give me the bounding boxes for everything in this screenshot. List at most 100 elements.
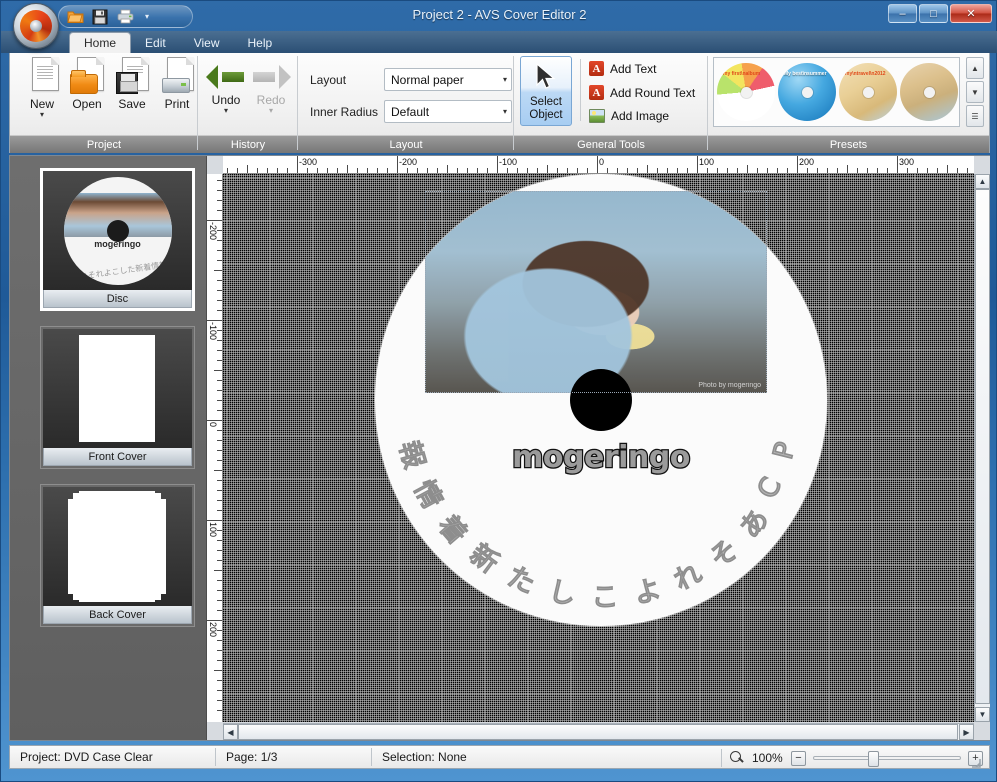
add-image-button[interactable]: Add Image bbox=[589, 109, 669, 123]
ruler-label: 0 bbox=[208, 422, 218, 428]
select-object-line1: Select bbox=[530, 96, 562, 108]
undo-button[interactable]: Undo ▾ bbox=[202, 57, 250, 115]
print-button[interactable]: Print bbox=[153, 57, 201, 111]
scroll-down-icon[interactable]: ▼ bbox=[975, 707, 990, 722]
redo-arrow-icon bbox=[251, 61, 291, 91]
layout-select[interactable]: Normal paper ▾ bbox=[384, 68, 512, 91]
undo-dropdown-icon[interactable]: ▾ bbox=[202, 107, 250, 115]
ruler-minor-tick bbox=[777, 168, 778, 173]
disc-thumb-art: mogeringo PCあそれよこした新着情報 bbox=[63, 176, 172, 285]
inner-radius-select[interactable]: Default ▾ bbox=[384, 100, 512, 123]
open-button[interactable]: Open bbox=[63, 57, 111, 111]
maximize-button[interactable]: □ bbox=[919, 4, 948, 23]
ruler-minor-tick bbox=[257, 168, 258, 173]
presets-gallery[interactable]: my first\nalbum My best\nsummer my\ntrav… bbox=[713, 57, 960, 127]
round-text-char: 着 bbox=[431, 509, 474, 551]
close-button[interactable]: ✕ bbox=[950, 4, 992, 23]
presets-scroll-up-icon[interactable]: ▲ bbox=[966, 57, 984, 79]
scroll-right-icon[interactable]: ▶ bbox=[959, 724, 974, 740]
new-dropdown-icon[interactable]: ▾ bbox=[18, 111, 66, 119]
ruler-minor-tick bbox=[217, 240, 222, 241]
vertical-ruler[interactable]: -200 -100 0 100 200 bbox=[207, 174, 223, 722]
sidebar-item-front-cover[interactable]: Front Cover bbox=[40, 326, 195, 469]
ruler-minor-tick bbox=[817, 168, 818, 173]
preset-item[interactable]: My best\nsummer bbox=[778, 63, 836, 121]
disc-title-text[interactable]: mogeringo bbox=[375, 439, 827, 477]
add-image-label: Add Image bbox=[611, 109, 670, 123]
zoom-out-button[interactable]: − bbox=[791, 750, 806, 766]
ruler-minor-tick bbox=[217, 480, 222, 481]
scroll-up-icon[interactable]: ▲ bbox=[975, 174, 990, 189]
sidebar-item-back-cover[interactable]: Back Cover bbox=[40, 484, 195, 627]
ruler-minor-tick bbox=[967, 168, 968, 173]
tab-view[interactable]: View bbox=[180, 32, 234, 53]
ruler-minor-tick bbox=[217, 300, 222, 301]
open-icon[interactable] bbox=[66, 8, 84, 26]
ruler-minor-tick bbox=[217, 180, 222, 181]
ruler-minor-tick bbox=[217, 190, 222, 191]
tab-home[interactable]: Home bbox=[69, 32, 132, 53]
status-page: Page: 1/3 bbox=[226, 750, 278, 764]
preset-item[interactable]: my\ntravel\n2012 bbox=[839, 63, 897, 121]
design-canvas[interactable]: Photo by mogeringo PCあそれよこした新着情報 mogerin… bbox=[223, 174, 974, 722]
ruler-minor-tick bbox=[707, 168, 708, 173]
ruler-minor-tick bbox=[657, 168, 658, 173]
print-button-label: Print bbox=[164, 97, 190, 111]
ruler-minor-tick bbox=[247, 165, 248, 173]
canvas-vertical-scrollbar[interactable]: ▲ ▼ bbox=[974, 174, 990, 722]
chevron-down-icon: ▾ bbox=[502, 75, 507, 84]
application-menu-button[interactable] bbox=[13, 3, 59, 49]
ruler-minor-tick bbox=[217, 630, 222, 631]
scroll-left-icon[interactable]: ◀ bbox=[223, 724, 238, 740]
save-icon[interactable] bbox=[91, 8, 109, 26]
front-cover-sheet bbox=[79, 335, 155, 442]
ruler-minor-tick bbox=[214, 370, 222, 371]
horizontal-scroll-thumb[interactable] bbox=[238, 724, 958, 740]
zoom-slider-thumb[interactable] bbox=[868, 751, 879, 767]
ruler-minor-tick bbox=[217, 500, 222, 501]
magnifier-icon[interactable] bbox=[729, 750, 745, 766]
save-button[interactable]: Save bbox=[108, 57, 156, 111]
round-text-char: 情 bbox=[407, 475, 449, 515]
ruler-minor-tick bbox=[217, 340, 222, 341]
presets-more-icon[interactable]: ☰ bbox=[966, 105, 984, 127]
vertical-scroll-thumb[interactable] bbox=[975, 189, 990, 704]
minimize-button[interactable]: – bbox=[888, 4, 917, 23]
horizontal-ruler[interactable]: -300 -200 -100 0 100 200 300 bbox=[223, 156, 974, 174]
ruler-minor-tick bbox=[767, 168, 768, 173]
ruler-minor-tick bbox=[687, 168, 688, 173]
canvas-horizontal-scrollbar[interactable]: ◀ ▶ bbox=[223, 723, 974, 740]
ruler-major-tick bbox=[207, 320, 222, 321]
ruler-minor-tick bbox=[214, 570, 222, 571]
window-resize-grip[interactable] bbox=[967, 754, 981, 768]
add-text-button[interactable]: A Add Text bbox=[589, 61, 656, 76]
ruler-minor-tick bbox=[217, 530, 222, 531]
tab-edit[interactable]: Edit bbox=[131, 32, 180, 53]
presets-scroll-down-icon[interactable]: ▼ bbox=[966, 81, 984, 103]
qat-dropdown-icon[interactable]: ▾ bbox=[145, 12, 149, 21]
tab-help[interactable]: Help bbox=[234, 32, 287, 53]
add-round-text-button[interactable]: A Add Round Text bbox=[589, 85, 695, 100]
ruler-minor-tick bbox=[547, 165, 548, 173]
print-icon[interactable] bbox=[116, 8, 134, 26]
sidebar-item-disc[interactable]: mogeringo PCあそれよこした新着情報 Disc bbox=[40, 168, 195, 311]
redo-button[interactable]: Redo ▾ bbox=[247, 57, 295, 115]
layout-select-value: Normal paper bbox=[391, 72, 464, 87]
zoom-slider[interactable] bbox=[813, 751, 961, 767]
ruler-major-tick bbox=[897, 156, 898, 173]
open-button-label: Open bbox=[72, 97, 102, 111]
ruler-minor-tick bbox=[217, 290, 222, 291]
ruler-minor-tick bbox=[327, 168, 328, 173]
preset-item[interactable]: my first\nalbum bbox=[717, 63, 775, 121]
ruler-minor-tick bbox=[607, 168, 608, 173]
new-button[interactable]: New ▾ bbox=[18, 57, 66, 119]
redo-dropdown-icon[interactable]: ▾ bbox=[247, 107, 295, 115]
ruler-minor-tick bbox=[217, 550, 222, 551]
ruler-minor-tick bbox=[217, 650, 222, 651]
select-object-button[interactable]: Select Object bbox=[520, 56, 572, 126]
ruler-minor-tick bbox=[787, 168, 788, 173]
ruler-minor-tick bbox=[807, 168, 808, 173]
preset-item[interactable] bbox=[900, 63, 958, 121]
ruler-minor-tick bbox=[537, 168, 538, 173]
ruler-minor-tick bbox=[287, 168, 288, 173]
